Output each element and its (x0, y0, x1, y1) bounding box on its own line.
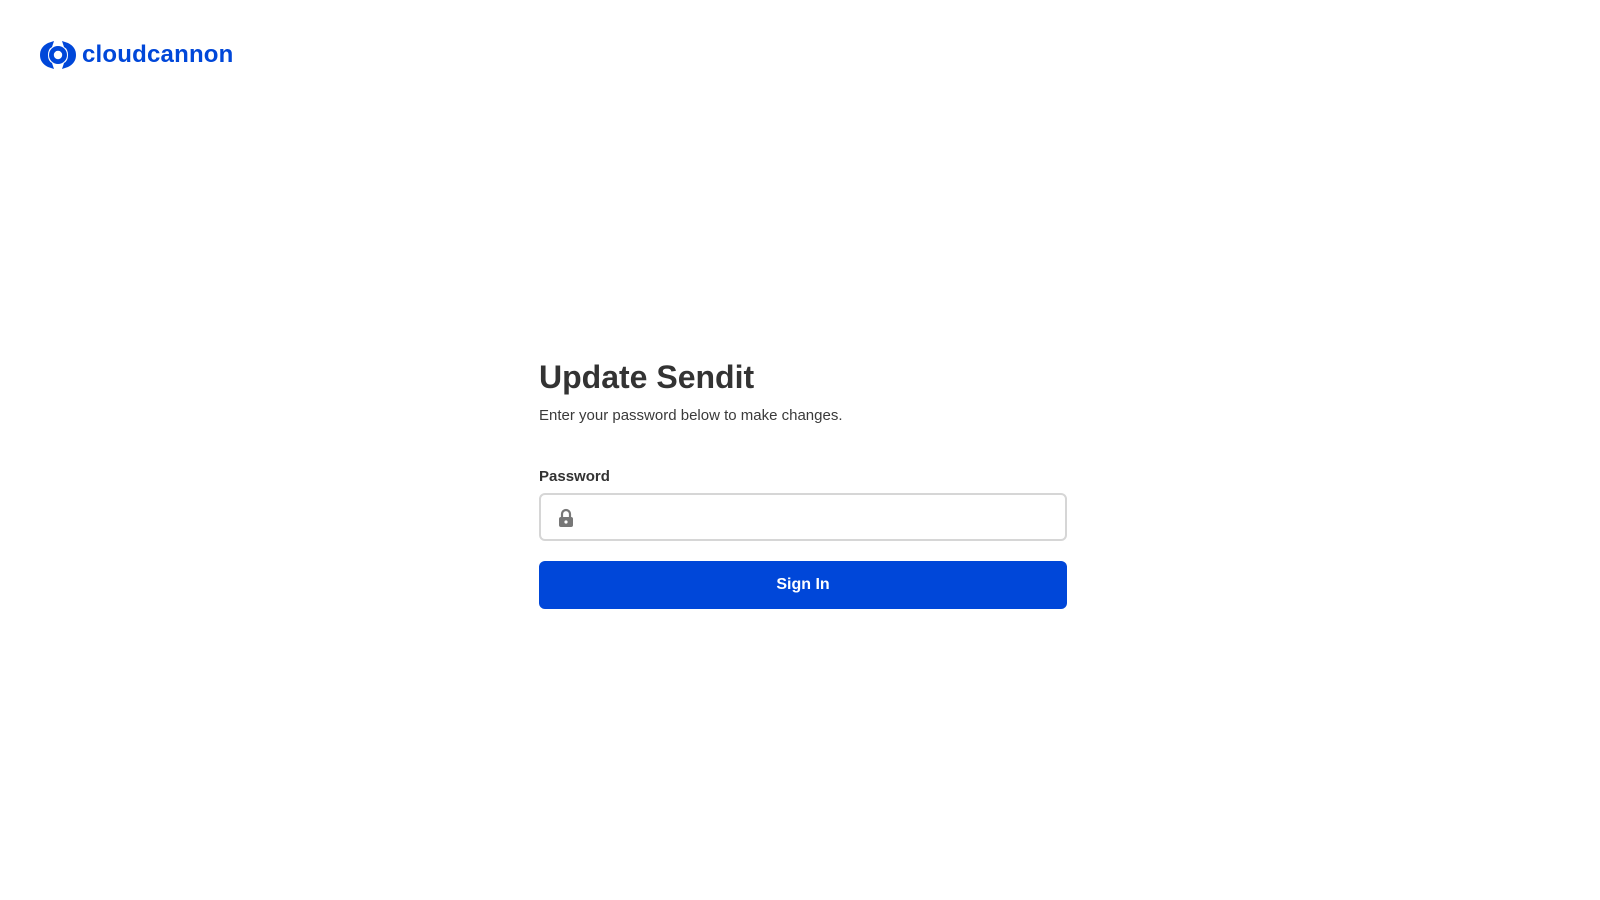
page-subtitle: Enter your password below to make change… (539, 407, 843, 424)
login-panel: Update Sendit Enter your password below … (539, 355, 1067, 609)
cloudcannon-logo-icon (40, 41, 76, 69)
password-field[interactable] (539, 493, 1067, 541)
lock-icon (559, 508, 573, 527)
sign-in-button[interactable]: Sign In (539, 561, 1067, 609)
header: cloudcannon (40, 40, 234, 70)
logo-text: cloudcannon (82, 41, 234, 68)
page-title: Update Sendit (539, 359, 755, 395)
password-input[interactable] (587, 495, 1061, 541)
password-label: Password (539, 468, 610, 485)
